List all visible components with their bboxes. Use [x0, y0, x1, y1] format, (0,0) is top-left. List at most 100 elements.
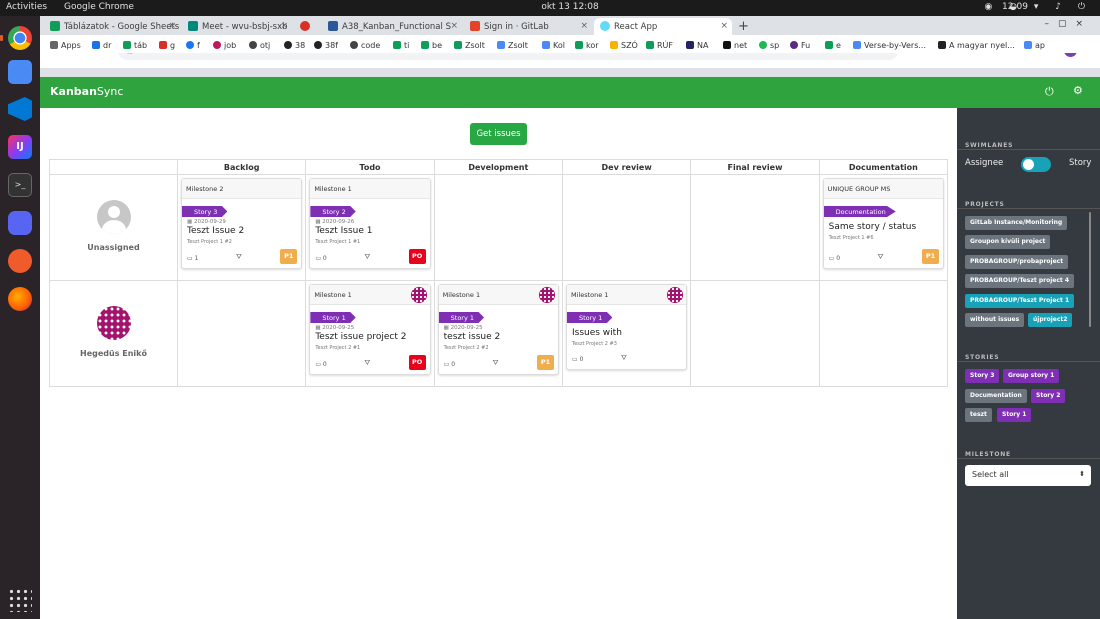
power-icon[interactable]: ⏻	[1045, 85, 1054, 99]
bookmark-item[interactable]: net	[723, 41, 747, 50]
board-cell: Milestone 1 Story 1 ▦ 2020-09-25 Teszt i…	[305, 280, 435, 387]
bookmark-item[interactable]: Verse-by-Vers...	[853, 41, 926, 50]
bookmark-item[interactable]: Zsolt	[497, 41, 528, 50]
swimlane-toggle[interactable]	[1021, 157, 1051, 172]
bookmark-item[interactable]: 38f	[314, 41, 338, 50]
tab-close-icon[interactable]: ×	[280, 21, 288, 31]
firefox-icon[interactable]	[8, 287, 32, 311]
bookmark-item[interactable]: Zsolt	[454, 41, 485, 50]
bookmark-item[interactable]: Kol	[542, 41, 565, 50]
settings-gears-icon[interactable]: ⚙	[1073, 84, 1083, 97]
window-controls[interactable]: –▢×	[1044, 19, 1092, 29]
gitlab-icon[interactable]: ⛛	[364, 253, 370, 262]
tab-close-icon[interactable]: ×	[720, 21, 728, 31]
bookmark-item[interactable]: job	[213, 41, 236, 50]
project-chip[interactable]: PROBAGROUP/probaproject	[965, 255, 1069, 269]
swimlane-header: Unassigned	[49, 174, 178, 281]
chrome-icon[interactable]	[0, 26, 32, 50]
tab-gitlab[interactable]: Sign in · GitLab ×	[464, 18, 592, 35]
new-tab-button[interactable]: +	[738, 19, 749, 34]
gitlab-icon[interactable]: ⛛	[621, 354, 627, 363]
gitlab-icon[interactable]: ⛛	[493, 359, 499, 368]
project-chip[interactable]: GitLab Instance/Monitoring	[965, 216, 1068, 230]
divider	[957, 208, 1100, 209]
tab-close-icon[interactable]: ×	[168, 21, 176, 31]
issue-card[interactable]: Milestone 1 Story 2 ▦ 2020-09-26 Teszt I…	[309, 178, 431, 269]
intellij-icon[interactable]: IJ	[8, 135, 32, 159]
board-cell: Milestone 1 Story 1 ▦ 2020-09-25 teszt i…	[433, 280, 563, 387]
card-title: Teszt issue project 2	[315, 332, 407, 342]
bookmark-item[interactable]: f	[186, 41, 200, 50]
vscode-icon[interactable]	[8, 97, 32, 121]
bookmark-item[interactable]: RÚF	[646, 41, 673, 50]
gitlab-icon[interactable]: ⛛	[364, 359, 370, 368]
bookmark-item[interactable]: be	[421, 41, 442, 50]
story-chip[interactable]: Documentation	[965, 389, 1027, 403]
issue-card[interactable]: Milestone 1 Story 1 ▦ 2020-09-25 teszt i…	[437, 284, 559, 375]
gitlab-icon[interactable]: ⛛	[878, 253, 884, 262]
bookmark-item[interactable]: ti	[393, 41, 409, 50]
story-chip[interactable]: Story 2	[1031, 389, 1066, 403]
tab-word[interactable]: A38_Kanban_Functional S ×	[322, 18, 462, 35]
app-brand[interactable]: KanbanSync	[50, 85, 123, 98]
system-tray-icons[interactable]: ◉ ◒ ▾ ♪ ⏻	[984, 2, 1092, 12]
story-chip[interactable]: Story 3	[965, 369, 1000, 383]
bookmark-item[interactable]: sp	[759, 41, 779, 50]
postman-icon[interactable]	[8, 249, 32, 273]
tab-sheets[interactable]: Táblázatok - Google Sheets ×	[44, 18, 180, 35]
bookmark-item[interactable]: kor	[575, 41, 599, 50]
bookmark-item[interactable]: táb	[123, 41, 147, 50]
project-chip[interactable]: újproject2	[1028, 313, 1073, 327]
bookmark-item[interactable]: NA	[686, 41, 708, 50]
terminal-icon[interactable]: >_	[8, 173, 32, 197]
issue-card[interactable]: Milestone 1 Story 1 ▦ 2020-09-25 Teszt i…	[309, 284, 431, 375]
bookmark-item[interactable]: otj	[249, 41, 270, 50]
tab-close-icon[interactable]: ×	[450, 21, 458, 31]
issue-card[interactable]: Milestone 2 Story 3 ▦ 2020-09-29 Teszt I…	[181, 178, 303, 269]
gitlab-icon[interactable]: ⛛	[236, 253, 242, 262]
card-milestone: Milestone 2	[182, 179, 302, 199]
swimlane-row: Unassigned Milestone 2 Story 3 ▦ 2020-09…	[49, 174, 949, 281]
bookmark-item[interactable]: g	[159, 41, 175, 50]
select-value: Select all	[972, 470, 1009, 479]
comment-count: 1	[194, 255, 199, 262]
milestone-select[interactable]: Select all ⬍	[965, 465, 1091, 486]
bookmark-item[interactable]: SZÓ	[610, 41, 638, 50]
bookmark-item[interactable]: code	[350, 41, 380, 50]
active-app-label[interactable]: Google Chrome	[64, 2, 134, 12]
project-chip[interactable]: Groupon kívüli project	[965, 235, 1051, 249]
card-project: Teszt Project 2 #3	[571, 341, 617, 347]
get-issues-button[interactable]: Get issues	[470, 123, 527, 145]
issue-card[interactable]: Milestone 1 Story 1 Issues with Teszt Pr…	[565, 284, 688, 370]
tab-meet[interactable]: Meet - wvu-bsbj-sxb ×	[182, 18, 292, 35]
swimlane-name: Hegedüs Enikő	[80, 349, 147, 358]
story-tag: Story 1	[438, 312, 485, 323]
bookmark-item[interactable]: 38	[284, 41, 305, 50]
tab-react-app[interactable]: React App ×	[594, 18, 732, 35]
bookmark-item[interactable]: A magyar nyel...	[938, 41, 1015, 50]
comment-count: 0	[579, 356, 584, 363]
story-chip[interactable]: Group story 1	[1003, 369, 1060, 383]
comment-count: 0	[836, 255, 841, 262]
docs-icon[interactable]	[8, 60, 32, 84]
project-chip[interactable]: without issues	[965, 313, 1025, 327]
system-clock[interactable]: okt 13 12:08	[520, 2, 620, 12]
story-chip[interactable]: teszt	[965, 408, 992, 422]
story-tag: Story 1	[566, 312, 613, 323]
projects-scrollbar[interactable]	[1089, 212, 1091, 327]
issue-card[interactable]: UNIQUE GROUP MS Documentation Same story…	[822, 178, 944, 269]
bookmark-item[interactable]: Apps	[50, 41, 81, 50]
show-apps-icon[interactable]	[8, 588, 32, 612]
bookmark-item[interactable]: dr	[92, 41, 111, 50]
bookmark-item[interactable]: e	[825, 41, 841, 50]
discord-icon[interactable]	[8, 211, 32, 235]
story-chip[interactable]: Story 1	[997, 408, 1032, 422]
tab-record[interactable]	[294, 18, 320, 35]
project-chip[interactable]: PROBAGROUP/Teszt project 4	[965, 274, 1075, 288]
activities-button[interactable]: Activities	[6, 2, 47, 12]
bookmark-item[interactable]: ap	[1024, 41, 1045, 50]
tab-close-icon[interactable]: ×	[580, 21, 588, 31]
project-chip[interactable]: PROBAGROUP/Teszt Project 1	[965, 294, 1075, 308]
gitlab-favicon-icon	[470, 21, 480, 31]
bookmark-item[interactable]: Fu	[790, 41, 810, 50]
